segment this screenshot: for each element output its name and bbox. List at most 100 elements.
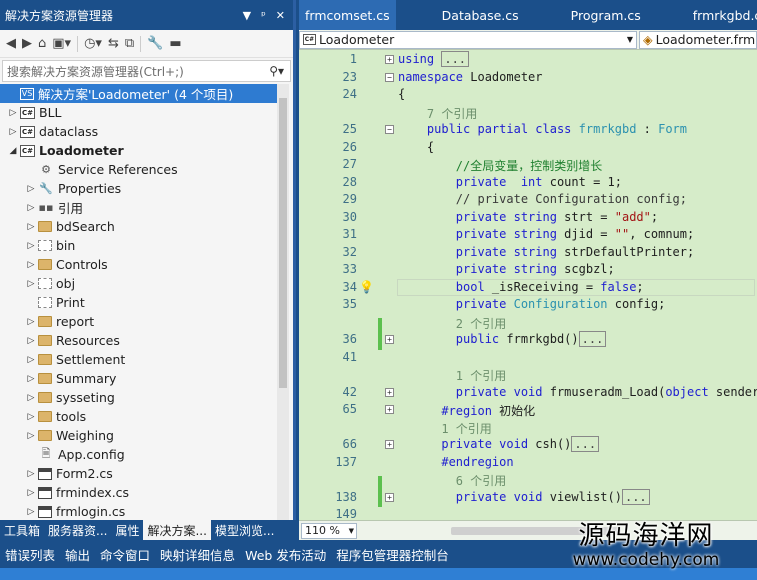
back-icon[interactable]: ◀ [6,36,16,51]
tree-item[interactable]: ▷ Controls [0,255,280,274]
code-line[interactable]: using ... [398,51,470,67]
code-line[interactable]: { [398,87,405,101]
collapse-all-icon[interactable]: ⧉ [125,36,134,51]
tab-database[interactable]: Database.cs [436,0,525,30]
tree-item[interactable]: ▷ Settlement [0,350,280,369]
expand-arrow-icon[interactable]: ▷ [24,241,38,251]
code-line[interactable]: private string strDefaultPrinter; [398,245,694,259]
code-token[interactable]: ... [441,51,470,67]
expand-region-icon[interactable]: + [385,335,394,344]
tool-window-tab[interactable]: 输出 [60,540,95,568]
tree-scrollbar[interactable] [277,84,289,520]
collapse-region-icon[interactable]: − [385,125,394,134]
expand-arrow-icon[interactable]: ▷ [6,127,20,137]
code-line[interactable]: private void frmuseradm_Load(object send… [398,385,757,399]
code-token[interactable]: ... [578,331,607,347]
expand-arrow-icon[interactable]: ▷ [24,488,38,498]
panel-tab[interactable]: 工具箱 [0,520,44,540]
panel-tab[interactable]: 解决方案... [143,520,211,540]
expand-arrow-icon[interactable]: ▷ [24,336,38,346]
code-line[interactable]: #region 初始化 [398,402,535,419]
code-line[interactable]: namespace Loadometer [398,70,543,84]
tree-item[interactable]: ▷ obj [0,274,280,293]
expand-region-icon[interactable]: + [385,440,394,449]
code-line[interactable]: { [398,140,434,154]
tree-item[interactable]: 🗎 App.config [0,445,280,464]
home-icon[interactable]: ⌂ [38,36,46,51]
project-dropdown[interactable]: C# Loadometer ▼ [299,30,637,49]
tree-item[interactable]: ▷ tools [0,407,280,426]
tree-item[interactable]: ◢ C# Loadometer [0,141,280,160]
code-line[interactable]: // private Configuration config; [398,192,687,206]
expand-arrow-icon[interactable]: ▷ [24,374,38,384]
tool-window-tab[interactable]: 程序包管理器控制台 [331,540,454,568]
tree-item[interactable]: ▷ C# dataclass [0,122,280,141]
expand-arrow-icon[interactable]: ▷ [24,260,38,270]
tree-item[interactable]: ▷ frmindex.cs [0,483,280,502]
preview-icon[interactable]: ▬ [169,36,181,51]
expand-arrow-icon[interactable]: ▷ [24,279,38,289]
expand-arrow-icon[interactable]: ▷ [24,317,38,327]
code-line[interactable]: bool _isReceiving = false; [398,280,644,294]
tree-item[interactable]: Print [0,293,280,312]
zoom-dropdown[interactable]: 110 % ▼ [301,522,357,539]
code-line[interactable]: private Configuration config; [398,297,666,311]
sync-icon[interactable]: ⇆ [108,36,119,51]
search-icon[interactable]: ⚲▾ [269,64,284,78]
expand-region-icon[interactable]: + [385,405,394,414]
tree-item[interactable]: ▷ Resources [0,331,280,350]
code-line[interactable]: 1 个引用 [398,367,506,384]
code-line[interactable]: 1 个引用 [398,420,491,437]
close-icon[interactable]: ✕ [276,9,285,22]
code-line[interactable]: public partial class frmrkgbd : Form [398,122,687,136]
code-line[interactable]: private string scgbzl; [398,262,615,276]
tree-item[interactable]: ▷ sysseting [0,388,280,407]
forward-icon[interactable]: ▶ [22,36,32,51]
tab-frmrkgbd[interactable]: frmrkgbd.cs [687,0,757,30]
tree-item[interactable]: ▷ Form2.cs [0,464,280,483]
code-line[interactable]: #endregion [398,455,513,469]
solution-search-box[interactable]: 搜索解决方案资源管理器(Ctrl+;) ⚲▾ [2,60,291,82]
search-input[interactable]: 搜索解决方案资源管理器(Ctrl+;) [7,63,269,80]
type-dropdown[interactable]: ◈ Loadometer.frm [639,30,757,49]
code-line[interactable]: 6 个引用 [398,472,506,489]
code-token[interactable]: ... [571,436,600,452]
code-line[interactable]: private void viewlist()... [398,488,650,505]
expand-arrow-icon[interactable]: ▷ [24,203,38,213]
tool-window-tab[interactable]: Web 发布活动 [240,540,331,568]
pending-changes-icon[interactable]: ◷▾ [84,36,102,51]
scrollbar-thumb[interactable] [279,98,287,388]
tree-item[interactable]: ⚙ Service References [0,160,280,179]
expand-arrow-icon[interactable]: ▷ [24,412,38,422]
tree-item[interactable]: ▷ ▪▪ 引用 [0,198,280,217]
code-line[interactable]: //全局变量，控制类别增长 [398,157,602,174]
expand-arrow-icon[interactable]: ▷ [24,431,38,441]
tab-frmcomset[interactable]: frmcomset.cs [299,0,396,30]
code-line[interactable]: private string djid = "", comnum; [398,227,694,241]
expand-region-icon[interactable]: + [385,492,394,502]
tree-item[interactable]: ▷ frmlogin.cs [0,502,280,520]
switch-views-icon[interactable]: ▣▾ [52,36,71,51]
panel-tab[interactable]: 模型浏览... [211,520,278,540]
code-line[interactable]: private string strt = "add"; [398,210,658,224]
tree-item[interactable]: ▷ bdSearch [0,217,280,236]
tool-window-tab[interactable]: 错误列表 [0,540,60,568]
code-line[interactable]: public frmrkgbd()... [398,331,607,347]
panel-dropdown-icon[interactable]: ▼ [243,9,251,22]
collapse-region-icon[interactable]: − [385,72,394,82]
expand-region-icon[interactable]: + [385,55,394,64]
lightbulb-icon[interactable]: 💡 [359,280,374,294]
expand-arrow-icon[interactable]: ▷ [24,507,38,517]
tree-item[interactable]: ▷ Weighing [0,426,280,445]
code-line[interactable]: private void csh()... [398,436,600,452]
tool-window-tab[interactable]: 映射详细信息 [155,540,240,568]
panel-tab[interactable]: 服务器资... [44,520,111,540]
expand-arrow-icon[interactable]: ▷ [24,355,38,365]
expand-arrow-icon[interactable]: ▷ [24,393,38,403]
expand-arrow-icon[interactable]: ▷ [24,184,38,194]
expand-arrow-icon[interactable]: ▷ [24,222,38,232]
tab-program[interactable]: Program.cs [565,0,647,30]
code-area[interactable]: 1 + using ... 23− namespace Loadometer 24{ 7 … [299,50,757,520]
expand-arrow-icon[interactable]: ▷ [24,469,38,479]
tree-item[interactable]: ▷ 🔧 Properties [0,179,280,198]
